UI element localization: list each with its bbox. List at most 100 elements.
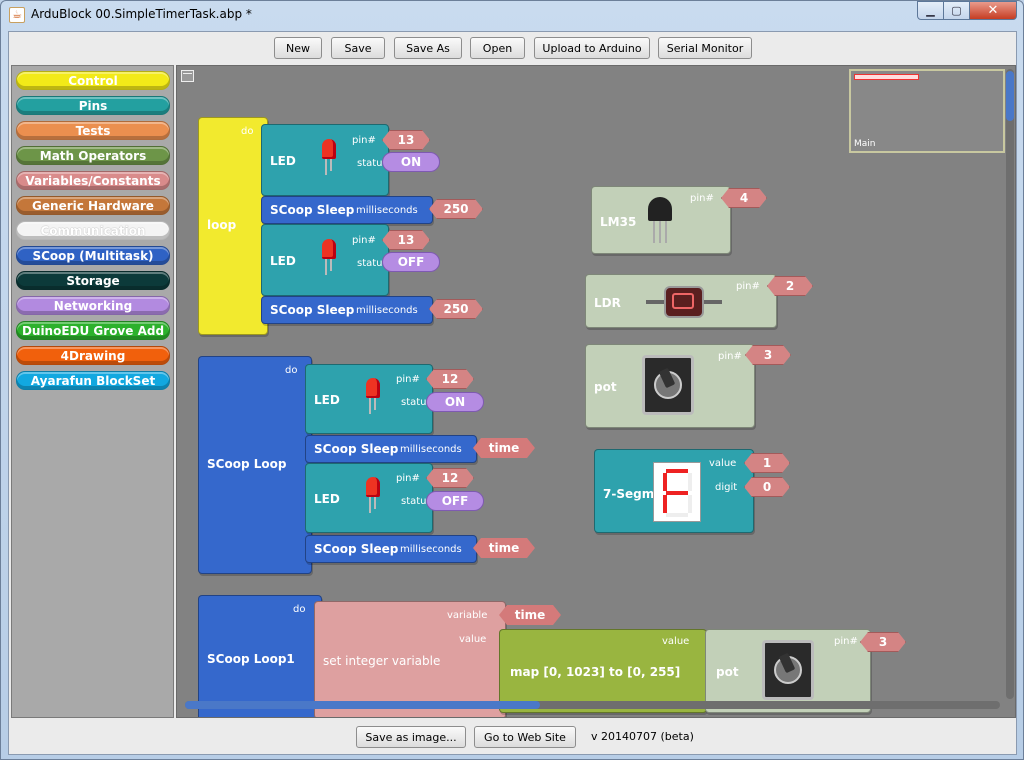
milliseconds-label: milliseconds <box>356 305 418 316</box>
minimap-viewport[interactable] <box>854 74 919 80</box>
time-variable[interactable]: time <box>499 605 561 625</box>
upload-button[interactable]: Upload to Arduino <box>534 37 650 59</box>
category-networking[interactable]: Networking <box>16 296 170 315</box>
loop-block[interactable]: loop do <box>198 117 268 335</box>
ldr-block[interactable]: LDR pin# <box>585 274 777 328</box>
category-variables-constants[interactable]: Variables/Constants <box>16 171 170 190</box>
digit-input[interactable]: 0 <box>744 477 790 497</box>
pin-value[interactable]: 4 <box>721 188 767 208</box>
block-canvas[interactable]: Main loop do LED pin# status 13 ON SCoop… <box>176 65 1016 718</box>
horizontal-scrollbar[interactable] <box>185 701 1000 709</box>
category-generic-hardware[interactable]: Generic Hardware <box>16 196 170 215</box>
milliseconds-value[interactable]: 250 <box>429 299 483 319</box>
pin-label: pin# <box>352 235 376 246</box>
close-button[interactable]: ✕ <box>970 1 1017 20</box>
pin-value[interactable]: 12 <box>426 369 474 389</box>
category-ayarafun-blockset[interactable]: Ayarafun BlockSet <box>16 371 170 390</box>
category-duinoedu-grove-add[interactable]: DuinoEDU Grove Add <box>16 321 170 340</box>
scoop-sleep-block[interactable]: SCoop Sleep milliseconds <box>305 435 477 463</box>
scoop-loop1-block[interactable]: SCoop Loop1 do <box>198 595 322 717</box>
milliseconds-label: milliseconds <box>356 205 418 216</box>
pin-value[interactable]: 3 <box>745 345 791 365</box>
pin-label: pin# <box>834 636 858 647</box>
save-as-button[interactable]: Save As <box>394 37 462 59</box>
save-button[interactable]: Save <box>331 37 385 59</box>
seven-segment-block[interactable]: 7-Segment value digit <box>594 449 754 533</box>
vertical-scrollbar[interactable] <box>1006 69 1014 699</box>
client-area: New Save Save As Open Upload to Arduino … <box>8 31 1017 755</box>
led-block[interactable]: LED pin# status <box>261 224 389 296</box>
led-label: LED <box>314 492 340 506</box>
milliseconds-label: milliseconds <box>400 544 462 555</box>
lm35-block[interactable]: LM35 pin# <box>591 186 731 254</box>
variable-label: variable <box>447 610 488 621</box>
led-label: LED <box>314 393 340 407</box>
category-storage[interactable]: Storage <box>16 271 170 290</box>
collapse-palette-button[interactable] <box>181 70 194 82</box>
led-block[interactable]: LED pin# status <box>305 364 433 434</box>
set-integer-variable-label: set integer variable <box>323 654 441 668</box>
pin-value[interactable]: 12 <box>426 468 474 488</box>
pin-label: pin# <box>736 281 760 292</box>
potentiometer-icon <box>762 640 814 700</box>
milliseconds-value[interactable]: 250 <box>429 199 483 219</box>
led-label: LED <box>270 154 296 168</box>
category-control[interactable]: Control <box>16 71 170 90</box>
scoop-sleep-label: SCoop Sleep <box>314 442 399 456</box>
ldr-sensor-icon <box>646 284 722 320</box>
pin-label: pin# <box>396 473 420 484</box>
pin-value[interactable]: 3 <box>860 632 906 652</box>
pin-label: pin# <box>690 193 714 204</box>
window-controls: ▁ ▢ ✕ <box>917 1 1017 20</box>
close-icon: ✕ <box>987 3 999 18</box>
category-communication[interactable]: Communication <box>16 221 170 240</box>
category-pins[interactable]: Pins <box>16 96 170 115</box>
scoop-sleep-block[interactable]: SCoop Sleep milliseconds <box>261 296 433 324</box>
map-label: map [0, 1023] to [0, 255] <box>510 665 681 679</box>
pot-block[interactable]: pot pin# <box>585 344 755 428</box>
scoop-loop-do-label: do <box>285 365 298 376</box>
bottom-bar: Save as image... Go to Web Site v 201407… <box>9 720 1016 754</box>
vertical-scroll-thumb[interactable] <box>1006 71 1014 121</box>
led-block[interactable]: LED pin# status <box>261 124 389 196</box>
led-block[interactable]: LED pin# status <box>305 463 433 533</box>
maximize-icon: ▢ <box>951 4 962 17</box>
pin-value[interactable]: 13 <box>382 230 430 250</box>
category-scoop-multitask[interactable]: SCoop (Multitask) <box>16 246 170 265</box>
scoop-loop-block[interactable]: SCoop Loop do <box>198 356 312 574</box>
scoop-sleep-label: SCoop Sleep <box>270 203 355 217</box>
value-input[interactable]: 1 <box>744 453 790 473</box>
maximize-button[interactable]: ▢ <box>944 1 970 20</box>
minimize-icon: ▁ <box>926 4 935 17</box>
horizontal-scroll-thumb[interactable] <box>185 701 540 709</box>
category-math-operators[interactable]: Math Operators <box>16 146 170 165</box>
time-variable[interactable]: time <box>473 438 535 458</box>
scoop-loop-label: SCoop Loop <box>207 457 287 471</box>
status-value[interactable]: ON <box>382 152 440 172</box>
app-window: ☕ ArduBlock 00.SimpleTimerTask.abp * ▁ ▢… <box>0 0 1024 760</box>
category-4drawing[interactable]: 4Drawing <box>16 346 170 365</box>
scoop-sleep-block[interactable]: SCoop Sleep milliseconds <box>261 196 433 224</box>
category-tests[interactable]: Tests <box>16 121 170 140</box>
save-as-image-button[interactable]: Save as image... <box>356 726 466 748</box>
loop-label: loop <box>207 218 237 232</box>
status-value[interactable]: OFF <box>382 252 440 272</box>
minimap[interactable]: Main <box>849 69 1005 153</box>
loop-do-label: do <box>241 126 254 137</box>
minimize-button[interactable]: ▁ <box>917 1 944 20</box>
scoop-sleep-block[interactable]: SCoop Sleep milliseconds <box>305 535 477 563</box>
title-bar: ☕ ArduBlock 00.SimpleTimerTask.abp * ▁ ▢… <box>1 1 1023 29</box>
new-button[interactable]: New <box>274 37 322 59</box>
time-variable[interactable]: time <box>473 538 535 558</box>
status-value[interactable]: ON <box>426 392 484 412</box>
pin-value[interactable]: 2 <box>767 276 813 296</box>
status-value[interactable]: OFF <box>426 491 484 511</box>
lm35-sensor-icon <box>646 197 674 245</box>
pin-label: pin# <box>352 135 376 146</box>
pin-value[interactable]: 13 <box>382 130 430 150</box>
open-button[interactable]: Open <box>470 37 525 59</box>
value-label: value <box>662 636 690 647</box>
milliseconds-label: milliseconds <box>400 444 462 455</box>
serial-monitor-button[interactable]: Serial Monitor <box>658 37 752 59</box>
go-to-website-button[interactable]: Go to Web Site <box>474 726 576 748</box>
